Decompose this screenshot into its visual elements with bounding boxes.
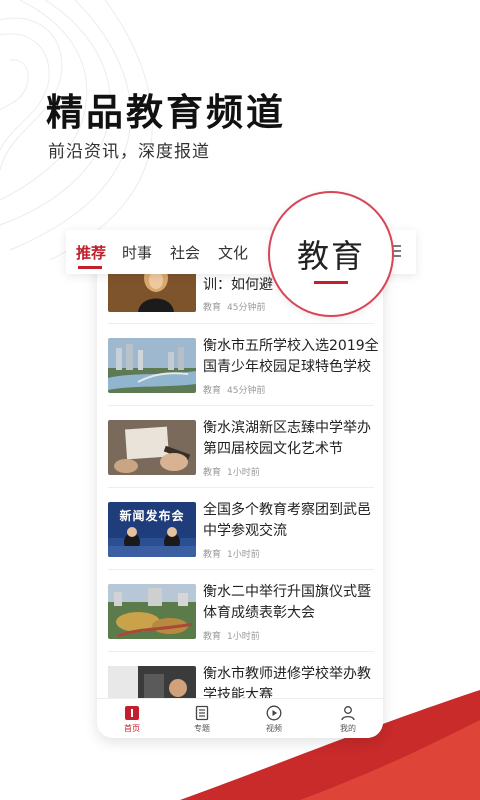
nav-profile[interactable]: 我的: [323, 705, 373, 734]
news-time: 1小时前: [227, 550, 260, 560]
page-subtitle: 前沿资讯，深度报道: [48, 142, 210, 162]
news-thumbnail: 新闻发布会: [108, 502, 196, 557]
news-title: 衡水市五所学校入选2019全国青少年校园足球特色学校: [203, 338, 379, 375]
news-item[interactable]: 衡水二中举行升国旗仪式暨体育成绩表彰大会 教育 1小时前: [108, 584, 378, 664]
nav-video-label: 视频: [266, 724, 282, 733]
document-icon: [195, 705, 209, 721]
news-category: 教育: [203, 550, 222, 560]
thumbnail-caption: 新闻发布会: [119, 509, 185, 523]
divider: [108, 405, 374, 406]
news-meta: 教育 1小时前: [203, 629, 266, 642]
nav-profile-label: 我的: [340, 724, 356, 733]
play-icon: [266, 705, 282, 721]
tab-education[interactable]: 教育: [270, 231, 392, 277]
news-meta: 教育 45分钟前: [203, 300, 271, 313]
news-category: 教育: [203, 303, 222, 313]
news-title: 衡水滨湖新区志臻中学举办第四届校园文化艺术节: [203, 420, 371, 457]
news-time: 1小时前: [227, 632, 260, 642]
home-icon: [125, 706, 139, 720]
news-time: 1小时前: [227, 468, 260, 478]
divider: [108, 323, 374, 324]
news-category: 教育: [203, 468, 222, 478]
news-meta: 教育 1小时前: [203, 465, 266, 478]
divider: [108, 487, 374, 488]
news-item[interactable]: 新闻发布会 全国多个教育考察团到武邑中学参观交流 教育 1小时前: [108, 502, 378, 582]
page-title: 精品教育频道: [46, 91, 286, 134]
tab-recommended[interactable]: 推荐: [76, 242, 106, 263]
news-thumbnail: [108, 272, 196, 312]
active-tab-indicator: [78, 266, 102, 269]
tab-culture[interactable]: 文化: [218, 242, 248, 263]
news-title: 衡水二中举行升国旗仪式暨体育成绩表彰大会: [203, 584, 371, 621]
tab-society[interactable]: 社会: [170, 242, 200, 263]
news-title: 衡水市教师进修学校举办教学技能大赛: [203, 666, 371, 698]
news-item[interactable]: 衡水滨湖新区志臻中学举办第四届校园文化艺术节 教育 1小时前: [108, 420, 378, 500]
education-tab-indicator: [314, 281, 348, 284]
news-item[interactable]: 衡水市教师进修学校举办教学技能大赛: [108, 666, 378, 698]
news-time: 45分钟前: [227, 303, 266, 313]
user-icon: [341, 706, 355, 721]
divider: [108, 569, 374, 570]
news-thumbnail: [108, 338, 196, 393]
nav-home[interactable]: 首页: [107, 705, 157, 734]
news-thumbnail: [108, 420, 196, 475]
news-thumbnail: [108, 584, 196, 639]
news-feed[interactable]: 训：如何避 教育 45分钟前 衡水市五所学校入选2019全国青少年校园足球特色学…: [97, 250, 383, 698]
news-category: 教育: [203, 386, 222, 396]
tab-current-affairs[interactable]: 时事: [122, 242, 152, 263]
phone-frame: 训：如何避 教育 45分钟前 衡水市五所学校入选2019全国青少年校园足球特色学…: [97, 250, 383, 738]
news-meta: 教育 45分钟前: [203, 383, 271, 396]
news-meta: 教育 1小时前: [203, 547, 266, 560]
nav-home-label: 首页: [124, 724, 140, 733]
education-tab-magnifier: 教育: [268, 191, 394, 317]
news-item[interactable]: 衡水市五所学校入选2019全国青少年校园足球特色学校 教育 45分钟前: [108, 338, 379, 418]
news-title: 全国多个教育考察团到武邑中学参观交流: [203, 502, 371, 539]
nav-topics-label: 专题: [194, 724, 210, 733]
news-time: 45分钟前: [227, 386, 266, 396]
nav-topics[interactable]: 专题: [177, 705, 227, 734]
news-thumbnail: [108, 666, 196, 698]
bottom-navigation: 首页 专题 视频 我的: [97, 698, 383, 738]
nav-video[interactable]: 视频: [249, 705, 299, 734]
divider: [108, 651, 374, 652]
news-category: 教育: [203, 632, 222, 642]
